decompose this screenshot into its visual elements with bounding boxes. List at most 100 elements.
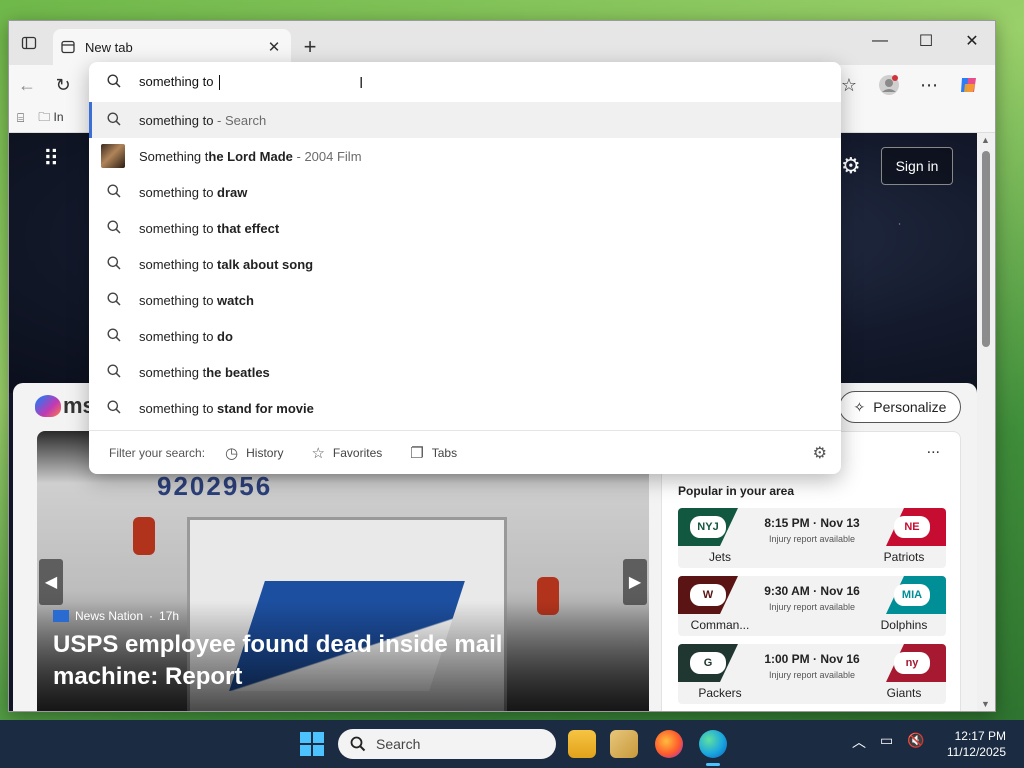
search-icon (107, 328, 127, 345)
apps-launcher-icon[interactable]: ⠿ (43, 148, 60, 170)
more-menu-button[interactable]: ⋯ (911, 69, 947, 101)
address-query: something to (139, 73, 218, 89)
team-logo-left-icon: G (690, 652, 726, 674)
address-bar-text: something to (139, 73, 221, 91)
suggestion-prefix: something to (139, 184, 218, 200)
team-logo-right-icon: NE (894, 516, 930, 538)
news-headline[interactable]: USPS employee found dead inside mail mac… (53, 629, 613, 693)
suggestion-prefix: something to (139, 112, 214, 128)
browser-window: New tab ✕ + — ☐ ✕ ← ↻ ☆ ⋯ ⌸ 🗀 In ⠿ ⚙ Sig… (8, 20, 996, 712)
game-card[interactable]: W MIA 9:30 AM · Nov 16 Injury report availa… (678, 576, 946, 636)
suggestion-item[interactable]: something to - Search (89, 102, 841, 138)
suggestion-item[interactable]: something to talk about song (89, 246, 841, 282)
edge-icon[interactable] (699, 730, 727, 758)
personalize-label: Personalize (873, 399, 947, 415)
page-settings-icon[interactable]: ⚙ (841, 153, 861, 179)
refresh-button[interactable]: ↻ (45, 69, 81, 101)
personalize-button[interactable]: ✧ Personalize (839, 391, 961, 423)
game-note: Injury report available (768, 534, 856, 544)
game-card[interactable]: Gny 1:00 PM · Nov 16 Injury report availab… (678, 644, 946, 704)
toolbar-right: ☆ ⋯ (831, 69, 987, 101)
filter-tabs-button[interactable]: ❐ Tabs (410, 444, 457, 462)
suggestion-item[interactable]: something to stand for movie (89, 390, 841, 426)
suggestion-text: something to do (139, 329, 233, 344)
back-button[interactable]: ← (9, 69, 45, 101)
close-tab-button[interactable]: ✕ (265, 38, 283, 56)
suggestion-prefix: something to (139, 256, 218, 272)
filter-favorites-button[interactable]: ☆ Favorites (311, 444, 382, 462)
minimize-button[interactable]: — (857, 21, 903, 61)
window-controls: — ☐ ✕ (857, 21, 995, 61)
chevron-up-icon[interactable]: ︿ (852, 732, 866, 752)
suggestion-completion: draw (217, 184, 248, 200)
news-source: News Nation (75, 609, 144, 623)
suggestion-prefix: something to (139, 292, 218, 308)
favorites-folder-item[interactable]: 🗀 In (38, 108, 63, 129)
suggestion-completion: that effect (217, 220, 280, 236)
close-window-button[interactable]: ✕ (949, 21, 995, 61)
taskbar-search-box[interactable]: Search (338, 729, 556, 759)
team-logo-left-icon: NYJ (690, 516, 726, 538)
suggestion-item[interactable]: Something the Lord Made - 2004 Film (89, 138, 841, 174)
tab-strip: New tab ✕ + — ☐ ✕ (9, 21, 995, 65)
address-bar-input[interactable]: something to (89, 62, 841, 102)
volume-muted-icon[interactable]: 🔇 (907, 732, 924, 752)
suggestion-item[interactable]: something to do (89, 318, 841, 354)
suggestion-item[interactable]: something to that effect (89, 210, 841, 246)
taskbar-search-placeholder: Search (376, 736, 421, 752)
news-age: 17h (159, 609, 180, 623)
sports-more-button[interactable]: ... (927, 440, 940, 458)
suggestion-item[interactable]: something to draw (89, 174, 841, 210)
suggestion-prefix: something t (139, 364, 207, 380)
scrollbar-thumb[interactable] (982, 151, 990, 347)
team-name-right: Dolphins (880, 618, 928, 632)
game-time: 8:15 PM · Nov 13 (764, 516, 860, 530)
maximize-button[interactable]: ☐ (903, 21, 949, 61)
taillight-left (133, 517, 155, 555)
filter-history-button[interactable]: ◷ History (225, 444, 283, 462)
msn-butterfly-icon (35, 395, 61, 417)
suggestion-text: something the beatles (139, 365, 270, 380)
suggestion-item[interactable]: something the beatles (89, 354, 841, 390)
network-icon[interactable]: ▭ (880, 732, 893, 752)
profile-icon (879, 75, 899, 95)
scroll-down-icon[interactable]: ▼ (981, 699, 990, 709)
suggestion-thumbnail (101, 144, 125, 168)
tab-actions-button[interactable] (9, 21, 49, 65)
reading-icon[interactable]: ⌸ (17, 111, 24, 126)
taskbar-clock[interactable]: 12:17 PM 11/12/2025 (936, 728, 1006, 760)
suggestion-text: something to watch (139, 293, 254, 308)
msn-logo[interactable]: ms (35, 393, 95, 419)
search-icon (107, 256, 127, 273)
game-card[interactable]: NYJ NE 8:15 PM · Nov 13 Injury report avail… (678, 508, 946, 568)
start-logo-tile (313, 745, 324, 756)
search-settings-icon[interactable]: ⚙ (813, 443, 827, 463)
copilot-button[interactable] (951, 69, 987, 101)
carousel-prev-button[interactable]: ◀ (39, 559, 63, 605)
media-player-icon[interactable] (610, 730, 638, 758)
start-logo-tile (313, 732, 324, 743)
team-logo-right-icon: ny (894, 652, 930, 674)
suggestion-text: Something the Lord Made - 2004 Film (139, 149, 362, 164)
team-logo-right-icon: MIA (894, 584, 930, 606)
sign-in-button[interactable]: Sign in (881, 147, 953, 185)
scroll-up-icon[interactable]: ▲ (981, 135, 990, 145)
new-tab-button[interactable]: + (293, 30, 327, 64)
filter-favorites-label: Favorites (332, 445, 383, 460)
team-name-left: Packers (698, 686, 742, 700)
profile-avatar[interactable] (871, 69, 907, 101)
search-icon (107, 220, 127, 237)
firefox-icon[interactable] (655, 730, 683, 758)
filter-tabs-label: Tabs (431, 445, 458, 460)
carousel-next-button[interactable]: ▶ (623, 559, 647, 605)
search-icon (107, 364, 127, 381)
page-scrollbar[interactable]: ▲ ▼ (977, 133, 995, 711)
tab-new-tab[interactable]: New tab ✕ (53, 29, 291, 65)
start-button[interactable] (300, 732, 324, 756)
suggestion-prefix: something to (139, 400, 218, 416)
suggestion-item[interactable]: something to watch (89, 282, 841, 318)
file-explorer-icon[interactable] (568, 730, 596, 758)
search-icon (107, 292, 127, 309)
personalize-icon: ✧ (853, 398, 866, 415)
game-time: 9:30 AM · Nov 16 (764, 584, 860, 598)
